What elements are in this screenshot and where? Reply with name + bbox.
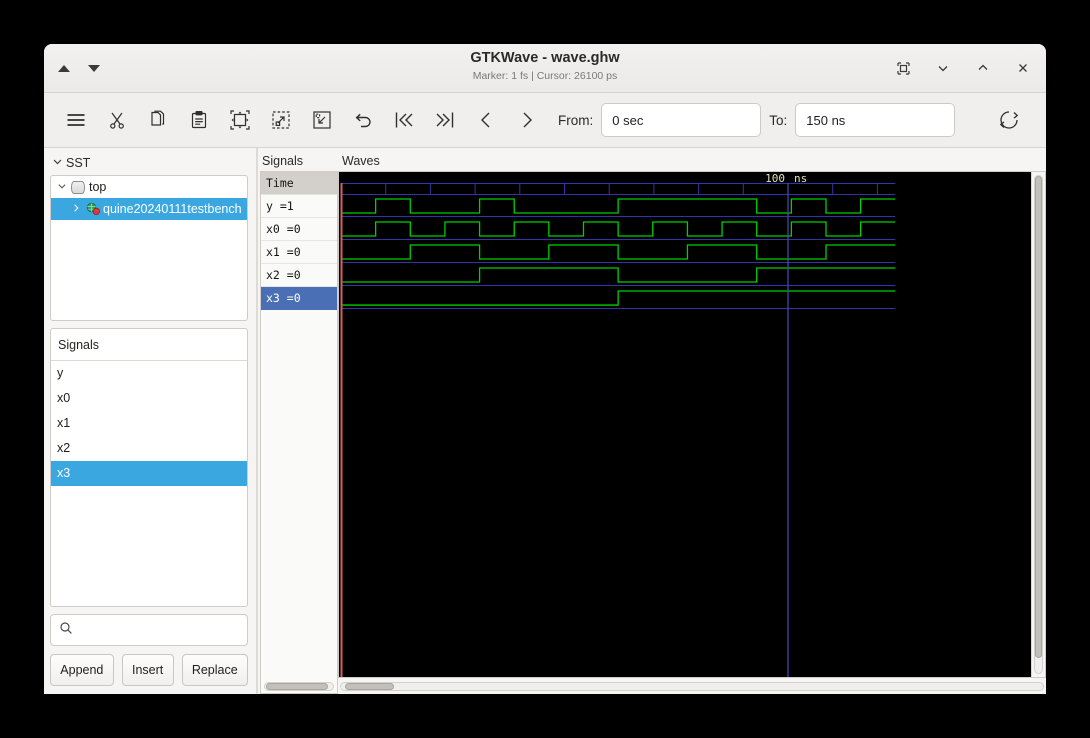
signal-list-header: Signals (51, 329, 247, 361)
copy-icon[interactable] (140, 102, 176, 138)
signal-list-rows: y x0 x1 x2 x3 (51, 361, 247, 606)
chevron-down-icon[interactable] (57, 181, 71, 194)
tree-item-label: quine20240111testbench (103, 202, 242, 216)
wave-signal-name-column: Signals Time y =1 x0 =0 x1 =0 x2 =0 x3 =… (260, 154, 338, 694)
zoom-out-icon[interactable] (263, 102, 299, 138)
append-button[interactable]: Append (50, 654, 114, 686)
wave-signal-names[interactable]: Time y =1 x0 =0 x1 =0 x2 =0 x3 =0 (260, 171, 338, 694)
wave-hscrollbar[interactable] (338, 678, 1046, 694)
wave-canvas[interactable]: 0100ns (339, 171, 1031, 677)
tree-item-testbench[interactable]: quine20240111testbench (51, 198, 247, 220)
waves-title: Waves (342, 154, 380, 168)
insert-button[interactable]: Insert (121, 654, 174, 686)
list-item[interactable]: x3 (51, 461, 247, 486)
chevron-down-icon (52, 156, 64, 170)
screen: GTKWave - wave.ghw Marker: 1 fs | Cursor… (0, 0, 1090, 738)
minimize-window-icon[interactable] (934, 59, 952, 77)
wave-name-x2[interactable]: x2 =0 (261, 264, 337, 287)
reload-icon[interactable] (991, 102, 1027, 138)
cut-icon[interactable] (99, 102, 135, 138)
title-bar-nav (58, 44, 100, 92)
jump-start-icon[interactable] (386, 102, 422, 138)
window-body: SST top quine20240111testbench Signals y… (44, 148, 1046, 694)
menu-icon[interactable] (58, 102, 94, 138)
svg-text:ns: ns (794, 172, 807, 185)
tree-item-top[interactable]: top (51, 176, 247, 198)
search-input[interactable] (50, 614, 248, 646)
replace-button[interactable]: Replace (181, 654, 248, 686)
paste-icon[interactable] (181, 102, 217, 138)
list-item[interactable]: y (51, 361, 247, 386)
gtkwave-window: GTKWave - wave.ghw Marker: 1 fs | Cursor… (44, 44, 1046, 694)
restore-window-icon[interactable] (894, 59, 912, 77)
from-label: From: (558, 112, 594, 128)
signal-action-buttons: Append Insert Replace (50, 654, 248, 686)
wave-signals-title: Signals (262, 154, 303, 168)
list-item[interactable]: x2 (51, 436, 247, 461)
wave-name-x1[interactable]: x1 =0 (261, 241, 337, 264)
title-bar: GTKWave - wave.ghw Marker: 1 fs | Cursor… (44, 44, 1046, 93)
module-icon (71, 180, 85, 194)
maximize-window-icon[interactable] (974, 59, 992, 77)
nav-up-icon[interactable] (58, 64, 70, 72)
nav-down-icon[interactable] (88, 64, 100, 72)
svg-text:100: 100 (765, 172, 785, 185)
sst-label: SST (66, 156, 91, 170)
wave-view: 0100ns (338, 170, 1046, 678)
search-icon (59, 621, 73, 640)
to-label: To: (769, 112, 788, 128)
list-item[interactable]: x0 (51, 386, 247, 411)
close-window-icon[interactable] (1014, 59, 1032, 77)
wave-canvas-column: Waves 0100ns (338, 154, 1046, 694)
sst-header[interactable]: SST (50, 154, 248, 172)
wave-names-hscrollbar[interactable] (261, 679, 337, 693)
wave-name-x0[interactable]: x0 =0 (261, 218, 337, 241)
waveform-panes: Signals Time y =1 x0 =0 x1 =0 x2 =0 x3 =… (260, 154, 1046, 694)
zoom-fit-icon[interactable] (222, 102, 258, 138)
waveform-plot[interactable]: 0100ns (339, 172, 1031, 677)
wave-name-time: Time (261, 172, 337, 195)
list-item[interactable]: x1 (51, 411, 247, 436)
from-value: 0 sec (612, 112, 644, 128)
wave-name-empty (261, 310, 337, 679)
chevron-right-icon[interactable] (71, 203, 85, 216)
zoom-in-icon[interactable] (304, 102, 340, 138)
to-value: 150 ns (806, 112, 846, 128)
waveform-pane: Signals Time y =1 x0 =0 x1 =0 x2 =0 x3 =… (260, 148, 1046, 694)
wave-name-y[interactable]: y =1 (261, 195, 337, 218)
window-controls (894, 44, 1032, 92)
next-edge-icon[interactable] (509, 102, 545, 138)
sst-pane: SST top quine20240111testbench Signals y… (44, 148, 254, 694)
from-input[interactable]: 0 sec (601, 103, 762, 137)
sst-tree[interactable]: top quine20240111testbench (50, 175, 248, 321)
tree-item-label: top (89, 180, 107, 194)
signal-list-panel: Signals y x0 x1 x2 x3 (50, 328, 248, 607)
undo-icon[interactable] (345, 102, 381, 138)
main-toolbar: From: 0 sec To: 150 ns (44, 93, 1046, 148)
to-input[interactable]: 150 ns (795, 103, 956, 137)
prev-edge-icon[interactable] (468, 102, 504, 138)
jump-end-icon[interactable] (427, 102, 463, 138)
wave-vscrollbar[interactable] (1031, 171, 1045, 677)
instance-icon (85, 202, 100, 216)
wave-name-x3[interactable]: x3 =0 (261, 287, 337, 310)
